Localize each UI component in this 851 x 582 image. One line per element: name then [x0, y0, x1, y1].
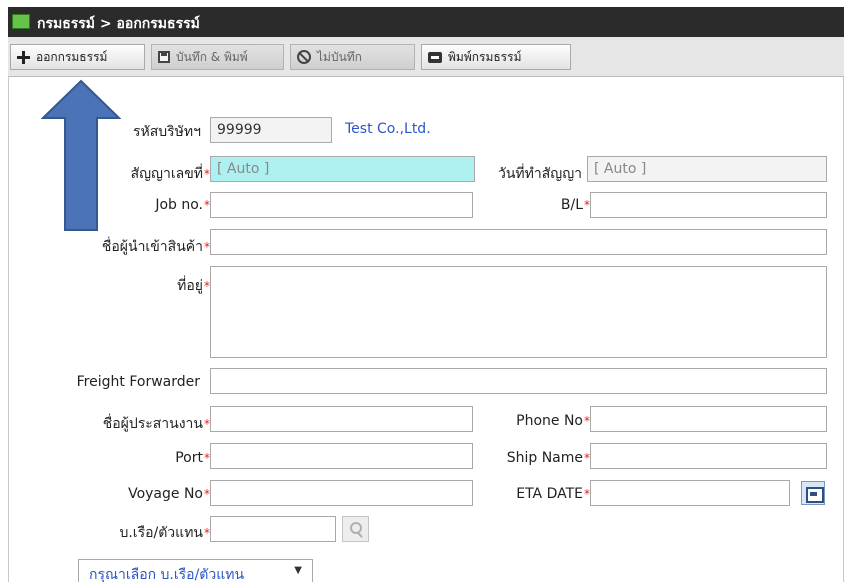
company-name: Test Co.,Ltd. [345, 121, 431, 137]
agent-label: บ.เรือ/ตัวแทน* [119, 525, 210, 541]
print-icon [428, 51, 442, 63]
save-icon [158, 51, 170, 63]
save-print-button[interactable]: บันทึก & พิมพ์ [151, 44, 284, 70]
calendar-icon[interactable] [801, 481, 825, 505]
coordinator-label: ชื่อผู้ประสานงาน* [102, 416, 210, 432]
port-field[interactable] [210, 443, 473, 469]
importer-field[interactable] [210, 229, 827, 255]
eta-field[interactable] [590, 480, 790, 506]
print-policy-button[interactable]: พิมพ์กรมธรรม์ [421, 44, 571, 70]
search-icon[interactable] [342, 516, 369, 542]
save-print-label: บันทึก & พิมพ์ [176, 49, 248, 64]
company-code-label: รหัสบริษัทฯ [132, 124, 201, 140]
title-bar: กรมธรรม์ > ออกกรมธรรม์ [8, 7, 844, 37]
address-textarea[interactable] [210, 266, 827, 358]
breadcrumb: กรมธรรม์ > ออกกรมธรรม์ [37, 16, 200, 32]
contract-date-field[interactable]: [ Auto ] [587, 156, 827, 182]
cancel-button[interactable]: ไม่บันทึก [290, 44, 415, 70]
port-label: Port* [175, 450, 210, 466]
contract-no-label: สัญญาเลขที่* [130, 166, 210, 182]
new-policy-label: ออกกรมธรรม์ [36, 49, 108, 64]
ship-name-label: Ship Name* [506, 450, 590, 466]
agent-select[interactable]: กรุณาเลือก บ.เรือ/ตัวแทน ▼ [78, 559, 313, 582]
toolbar: ออกกรมธรรม์ บันทึก & พิมพ์ ไม่บันทึก พิม… [8, 37, 844, 77]
cancel-label: ไม่บันทึก [317, 49, 362, 64]
print-policy-label: พิมพ์กรมธรรม์ [448, 49, 522, 64]
ship-name-field[interactable] [590, 443, 827, 469]
chevron-down-icon: ▼ [294, 565, 302, 576]
window-icon [12, 14, 30, 29]
cancel-icon [297, 50, 311, 64]
contract-no-field[interactable]: [ Auto ] [210, 156, 475, 182]
new-policy-button[interactable]: ออกกรมธรรม์ [10, 44, 145, 70]
phone-label: Phone No* [516, 413, 590, 429]
company-code-field: 99999 [210, 117, 332, 143]
address-label: ที่อยู่* [177, 278, 210, 294]
importer-label: ชื่อผู้นำเข้าสินค้า* [101, 239, 210, 255]
coordinator-field[interactable] [210, 406, 473, 432]
bl-field[interactable] [590, 192, 827, 218]
job-no-label: Job no.* [155, 197, 210, 213]
agent-select-value: กรุณาเลือก บ.เรือ/ตัวแทน [89, 567, 245, 582]
plus-icon [17, 50, 30, 64]
agent-field[interactable] [210, 516, 336, 542]
phone-field[interactable] [590, 406, 827, 432]
eta-label: ETA DATE* [516, 486, 590, 502]
forwarder-label: Freight Forwarder [76, 374, 200, 390]
contract-date-label: วันที่ทำสัญญา [497, 166, 582, 182]
voyage-field[interactable] [210, 480, 473, 506]
forwarder-field[interactable] [210, 368, 827, 394]
job-no-field[interactable] [210, 192, 473, 218]
bl-label: B/L* [560, 197, 590, 213]
voyage-label: Voyage No* [128, 486, 210, 502]
